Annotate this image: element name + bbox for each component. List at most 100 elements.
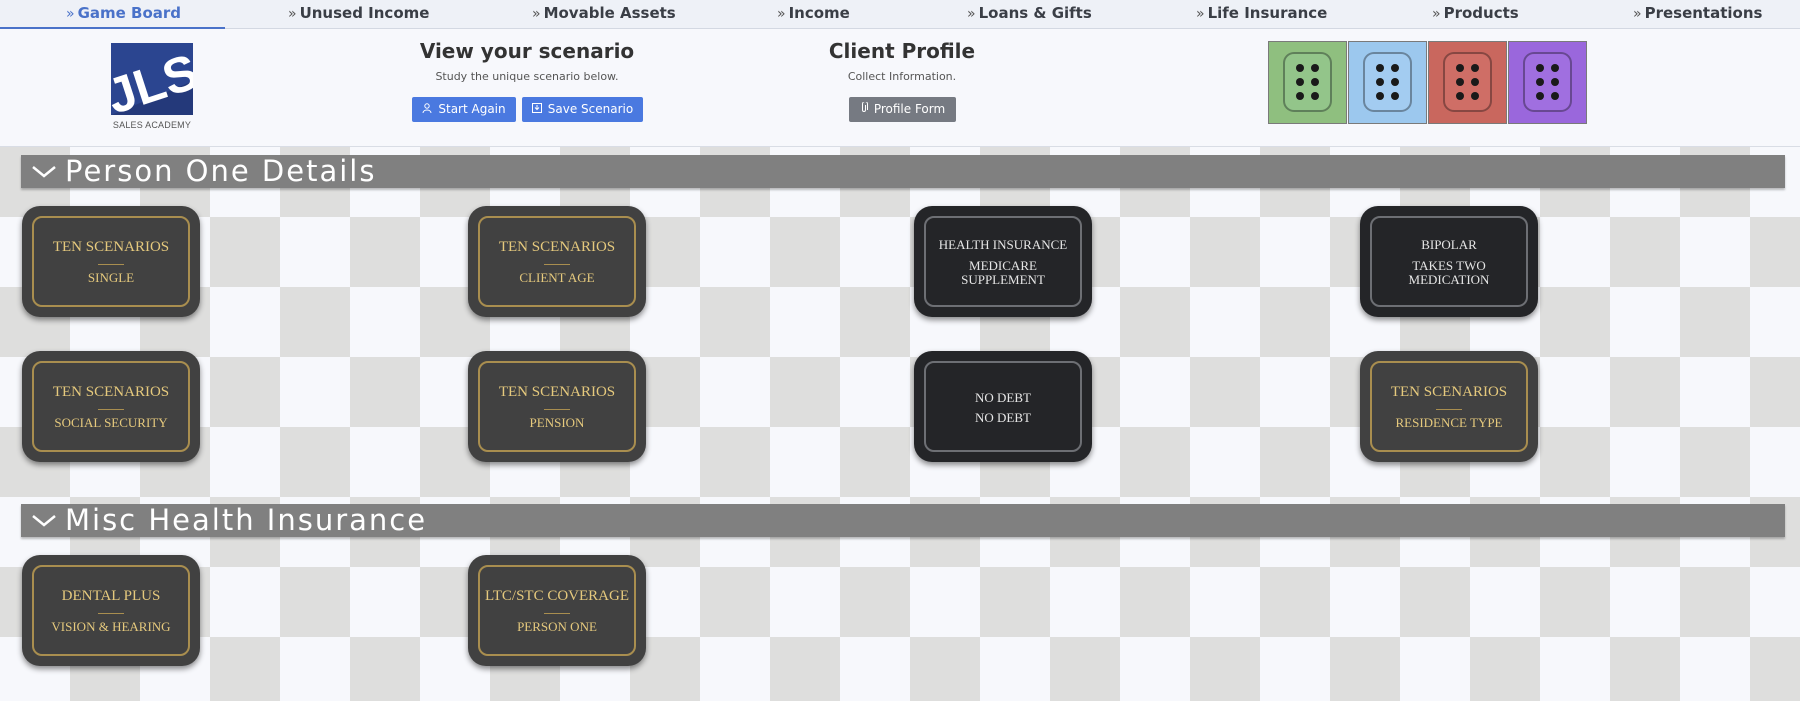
die-blue[interactable] <box>1348 41 1427 124</box>
section-title: Person One Details <box>65 154 377 188</box>
nav-tab-game-board[interactable]: » Game Board <box>66 0 181 28</box>
card-inner: NO DEBT NO DEBT <box>924 361 1082 452</box>
paperclip-icon <box>860 98 868 123</box>
nav-tab-life-insurance[interactable]: » Life Insurance <box>1196 0 1327 28</box>
card-inner: TEN SCENARIOS SINGLE <box>32 216 190 307</box>
card-inner: TEN SCENARIOS RESIDENCE TYPE <box>1370 361 1528 452</box>
chevron-double-right-icon: » <box>1196 6 1205 22</box>
scenario-card-ltc-stc-coverage[interactable]: LTC/STC COVERAGE PERSON ONE <box>468 555 646 666</box>
scenario-card-client-age[interactable]: TEN SCENARIOS CLIENT AGE <box>468 206 646 317</box>
nav-tab-presentations[interactable]: » Presentations <box>1633 0 1762 28</box>
card-title: NO DEBT <box>975 389 1031 405</box>
user-icon <box>422 98 432 123</box>
card-divider <box>98 408 124 410</box>
die-pip <box>1551 78 1559 86</box>
die-pip <box>1456 78 1464 86</box>
die-pip <box>1551 64 1559 72</box>
game-board: Person One Details TEN SCENARIOS SINGLE T… <box>0 147 1800 701</box>
client-profile-subtitle: Collect Information. <box>847 70 957 83</box>
card-inner: BIPOLAR TAKES TWO MEDICATION <box>1370 216 1528 307</box>
nav-tab-products[interactable]: » Products <box>1432 0 1519 28</box>
die-pip <box>1296 78 1304 86</box>
die-pip <box>1391 64 1399 72</box>
card-divider <box>544 612 570 614</box>
die-pip <box>1536 78 1544 86</box>
chevron-double-right-icon: » <box>1432 6 1441 22</box>
card-divider <box>98 263 124 265</box>
card-subtitle: NO DEBT <box>975 409 1031 425</box>
card-subtitle: MEDICARE SUPPLEMENT <box>961 258 1045 287</box>
card-title: HEALTH INSURANCE <box>938 237 1068 252</box>
scenario-card-dental-plus[interactable]: DENTAL PLUS VISION & HEARING <box>22 555 200 666</box>
logo-subtitle: SALES ACADEMY <box>112 120 192 130</box>
die-pip <box>1376 92 1384 100</box>
client-profile-title: Client Profile <box>828 39 976 63</box>
six-die-icon <box>1443 52 1492 112</box>
die-purple[interactable] <box>1508 41 1587 124</box>
scenario-card-bipolar[interactable]: BIPOLAR TAKES TWO MEDICATION <box>1360 206 1538 317</box>
card-title: BIPOLAR <box>1421 237 1477 252</box>
card-subtitle: PENSION <box>529 414 585 430</box>
section-person-one-details[interactable]: Person One Details <box>21 155 1785 188</box>
chevron-double-right-icon: » <box>967 6 976 22</box>
nav-tab-loans-gifts[interactable]: » Loans & Gifts <box>967 0 1092 28</box>
chevron-down-icon <box>31 511 57 534</box>
die-pip <box>1471 64 1479 72</box>
card-divider <box>544 408 570 410</box>
card-title: TEN SCENARIOS <box>52 383 170 400</box>
die-pip <box>1536 64 1544 72</box>
six-die-icon <box>1363 52 1412 112</box>
card-subtitle: TAKES TWO MEDICATION <box>1408 258 1490 287</box>
scenario-card-social-security[interactable]: TEN SCENARIOS SOCIAL SECURITY <box>22 351 200 462</box>
die-pip <box>1391 78 1399 86</box>
card-inner: DENTAL PLUS VISION & HEARING <box>32 565 190 656</box>
nav-tab-unused-income[interactable]: » Unused Income <box>288 0 429 28</box>
scenario-title: View your scenario <box>419 39 635 63</box>
card-subtitle: CLIENT AGE <box>519 269 595 285</box>
die-pip <box>1536 92 1544 100</box>
six-die-icon <box>1523 52 1572 112</box>
logo-graphic: JLS <box>111 43 193 115</box>
card-divider <box>1436 408 1462 410</box>
scenario-card-health-insurance[interactable]: HEALTH INSURANCE MEDICARE SUPPLEMENT <box>914 206 1092 317</box>
card-title: DENTAL PLUS <box>61 587 161 604</box>
die-pip <box>1376 78 1384 86</box>
scenario-card-pension[interactable]: TEN SCENARIOS PENSION <box>468 351 646 462</box>
die-pip <box>1296 92 1304 100</box>
start-again-button[interactable]: Start Again <box>412 97 516 122</box>
section-misc-health-insurance[interactable]: Misc Health Insurance <box>21 504 1785 537</box>
card-subtitle: SINGLE <box>87 269 135 285</box>
scenario-subtitle: Study the unique scenario below. <box>435 70 619 83</box>
die-pip <box>1376 64 1384 72</box>
card-inner: TEN SCENARIOS PENSION <box>478 361 636 452</box>
die-green[interactable] <box>1268 41 1347 124</box>
die-pip <box>1456 92 1464 100</box>
card-title: TEN SCENARIOS <box>498 238 616 255</box>
die-pip <box>1551 92 1559 100</box>
save-scenario-button[interactable]: Save Scenario <box>522 97 643 122</box>
save-icon <box>531 98 542 123</box>
chevron-double-right-icon: » <box>66 6 75 22</box>
profile-form-button[interactable]: Profile Form <box>849 97 956 122</box>
card-title: TEN SCENARIOS <box>498 383 616 400</box>
scenario-card-single[interactable]: TEN SCENARIOS SINGLE <box>22 206 200 317</box>
section-title: Misc Health Insurance <box>65 503 428 537</box>
card-title: TEN SCENARIOS <box>52 238 170 255</box>
card-subtitle: SOCIAL SECURITY <box>54 414 168 430</box>
die-pip <box>1471 92 1479 100</box>
top-nav: » Game Board » Unused Income » Movable Asse… <box>0 0 1800 29</box>
header: JLS SALES ACADEMY View your scenario Stu… <box>0 29 1800 147</box>
die-pip <box>1391 92 1399 100</box>
nav-tab-income[interactable]: » Income <box>777 0 850 28</box>
scenario-card-residence-type[interactable]: TEN SCENARIOS RESIDENCE TYPE <box>1360 351 1538 462</box>
jls-logo[interactable]: JLS <box>111 43 193 115</box>
chevron-down-icon <box>31 162 57 185</box>
card-subtitle: RESIDENCE TYPE <box>1395 414 1503 430</box>
scenario-card-no-debt[interactable]: NO DEBT NO DEBT <box>914 351 1092 462</box>
die-pip <box>1456 64 1464 72</box>
die-pip <box>1311 78 1319 86</box>
die-red[interactable] <box>1428 41 1507 124</box>
die-pip <box>1471 78 1479 86</box>
card-divider <box>544 263 570 265</box>
nav-tab-movable-assets[interactable]: » Movable Assets <box>532 0 676 28</box>
